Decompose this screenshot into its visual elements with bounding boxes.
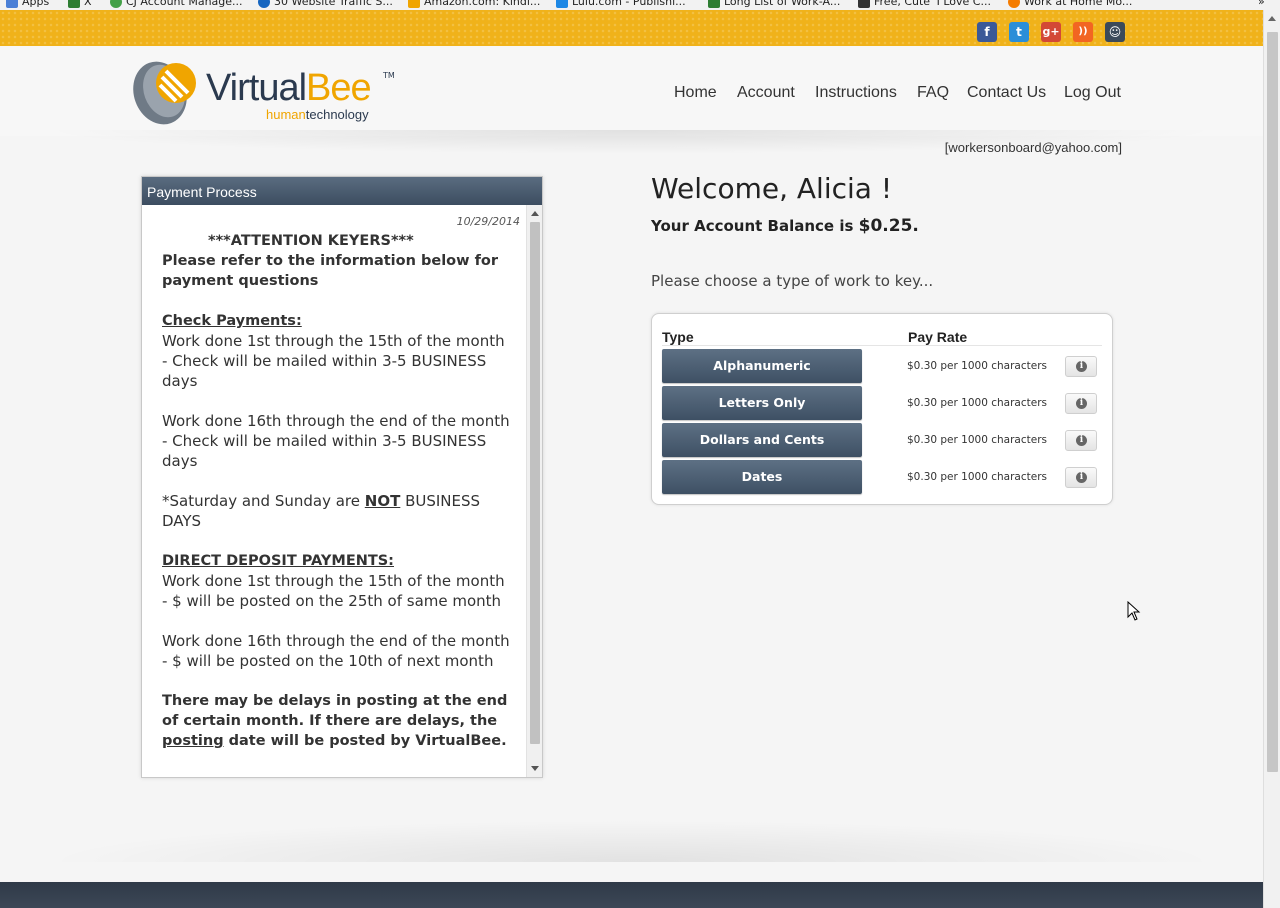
weekend-note: *Saturday and Sunday are NOT BUSINESS DA… xyxy=(162,492,481,530)
bookmarks-overflow-icon[interactable]: » xyxy=(1258,0,1265,8)
apps-icon xyxy=(6,0,18,8)
nav-instructions[interactable]: Instructions xyxy=(815,84,897,102)
intro-text: Please refer to the information below fo… xyxy=(162,253,498,289)
logo-wordmark: VirtualBee xyxy=(206,67,372,109)
check-payments-heading: Check Payments: xyxy=(162,313,302,329)
info-button[interactable]: i xyxy=(1065,430,1097,451)
bookmark-favicon-icon xyxy=(258,0,270,8)
post-date: 10/29/2014 xyxy=(456,215,520,228)
logo-tagline: humantechnology xyxy=(266,107,369,122)
bookmark-favicon-icon xyxy=(708,0,720,8)
logo-trademark: TM xyxy=(383,71,395,80)
content-bottom-shadow xyxy=(40,820,1223,862)
bookmark-worklist[interactable]: Long List of Work-A... xyxy=(708,0,840,8)
bookmark-favicon-icon xyxy=(858,0,870,8)
attention-heading: ***ATTENTION KEYERS*** xyxy=(208,233,414,249)
pay-rate-text: $0.30 per 1000 characters xyxy=(907,434,1047,446)
bee-logo-icon xyxy=(133,61,196,125)
direct-deposit-heading: DIRECT DEPOSIT PAYMENTS: xyxy=(162,553,394,569)
check-payment-rule-1: Work done 1st through the 15th of the mo… xyxy=(162,332,505,390)
community-icon[interactable]: ☺ xyxy=(1105,22,1125,42)
balance-amount: $0.25. xyxy=(858,216,919,236)
letters-only-button[interactable]: Letters Only xyxy=(662,386,862,420)
bookmark-traffic[interactable]: 30 Website Traffic S... xyxy=(258,0,393,8)
info-button[interactable]: i xyxy=(1065,467,1097,488)
delay-notice: There may be delays in posting at the en… xyxy=(162,693,508,749)
scroll-up-icon[interactable] xyxy=(531,211,539,216)
payment-info-content[interactable]: 10/29/2014 ***ATTENTION KEYERS*** Please… xyxy=(142,205,526,777)
bookmark-favicon-icon xyxy=(556,0,568,8)
top-strip: f t g+ )) ☺ xyxy=(0,10,1263,46)
info-icon: i xyxy=(1076,361,1087,372)
bookmark-favicon-icon xyxy=(110,0,122,8)
payment-process-panel: Payment Process 10/29/2014 ***ATTENTION … xyxy=(141,176,543,778)
scroll-down-icon[interactable] xyxy=(531,766,539,771)
alphanumeric-button[interactable]: Alphanumeric xyxy=(662,349,862,383)
nav-home[interactable]: Home xyxy=(674,84,717,102)
info-icon: i xyxy=(1076,472,1087,483)
pay-rate-text: $0.30 per 1000 characters xyxy=(907,397,1047,409)
nav-contact-us[interactable]: Contact Us xyxy=(967,84,1046,102)
scroll-thumb[interactable] xyxy=(530,222,540,744)
info-icon: i xyxy=(1076,398,1087,409)
bookmark-amazon[interactable]: Amazon.com: Kindl... xyxy=(408,0,540,8)
pay-rate-text: $0.30 per 1000 characters xyxy=(907,360,1047,372)
dollars-and-cents-button[interactable]: Dollars and Cents xyxy=(662,423,862,457)
bookmark-work-at-home[interactable]: Work at Home Mo... xyxy=(1008,0,1132,8)
check-payment-rule-2: Work done 16th through the end of the mo… xyxy=(162,412,510,470)
mouse-cursor-icon xyxy=(1127,601,1141,621)
page-scroll-up-icon[interactable] xyxy=(1268,16,1276,21)
panel-title: Payment Process xyxy=(142,177,542,205)
page-scroll-thumb[interactable] xyxy=(1267,32,1278,772)
nav-log-out[interactable]: Log Out xyxy=(1064,84,1121,102)
panel-scrollbar[interactable] xyxy=(526,205,542,777)
dates-button[interactable]: Dates xyxy=(662,460,862,494)
header-divider xyxy=(662,345,1102,346)
bookmark-free-cute[interactable]: Free, Cute 'I Love C... xyxy=(858,0,991,8)
work-type-table: Type Pay Rate Alphanumeric $0.30 per 100… xyxy=(651,313,1113,505)
welcome-heading: Welcome, Alicia ! xyxy=(651,172,893,205)
info-button[interactable]: i xyxy=(1065,356,1097,377)
column-header-type: Type xyxy=(662,329,694,345)
info-icon: i xyxy=(1076,435,1087,446)
column-header-pay-rate: Pay Rate xyxy=(908,329,968,345)
choose-work-prompt: Please choose a type of work to key... xyxy=(651,272,934,290)
site-footer xyxy=(0,882,1263,908)
bookmark-lulu[interactable]: Lulu.com - Publishi... xyxy=(556,0,686,8)
virtualbee-logo[interactable]: VirtualBee TM humantechnology xyxy=(130,55,400,127)
account-balance: Your Account Balance is $0.25. xyxy=(651,216,919,236)
facebook-icon[interactable]: f xyxy=(977,22,997,42)
rss-icon[interactable]: )) xyxy=(1073,22,1093,42)
nav-faq[interactable]: FAQ xyxy=(917,84,949,102)
bookmarks-bar: Apps X CJ Account Manage... 30 Website T… xyxy=(0,0,1280,10)
nav-account[interactable]: Account xyxy=(737,84,795,102)
info-button[interactable]: i xyxy=(1065,393,1097,414)
bookmark-favicon-icon xyxy=(1008,0,1020,8)
user-email: [workersonboard@yahoo.com] xyxy=(944,140,1122,155)
direct-deposit-rule-2: Work done 16th through the end of the mo… xyxy=(162,632,510,670)
direct-deposit-rule-1: Work done 1st through the 15th of the mo… xyxy=(162,572,505,610)
bookmark-apps[interactable]: Apps xyxy=(6,0,49,8)
bookmark-favicon-icon xyxy=(408,0,420,8)
google-plus-icon[interactable]: g+ xyxy=(1041,22,1061,42)
bookmark-cj[interactable]: CJ Account Manage... xyxy=(110,0,243,8)
twitter-icon[interactable]: t xyxy=(1009,22,1029,42)
bookmark-x[interactable]: X xyxy=(68,0,92,8)
pay-rate-text: $0.30 per 1000 characters xyxy=(907,471,1047,483)
bookmark-favicon-icon xyxy=(68,0,80,8)
page-scrollbar[interactable] xyxy=(1263,10,1280,908)
